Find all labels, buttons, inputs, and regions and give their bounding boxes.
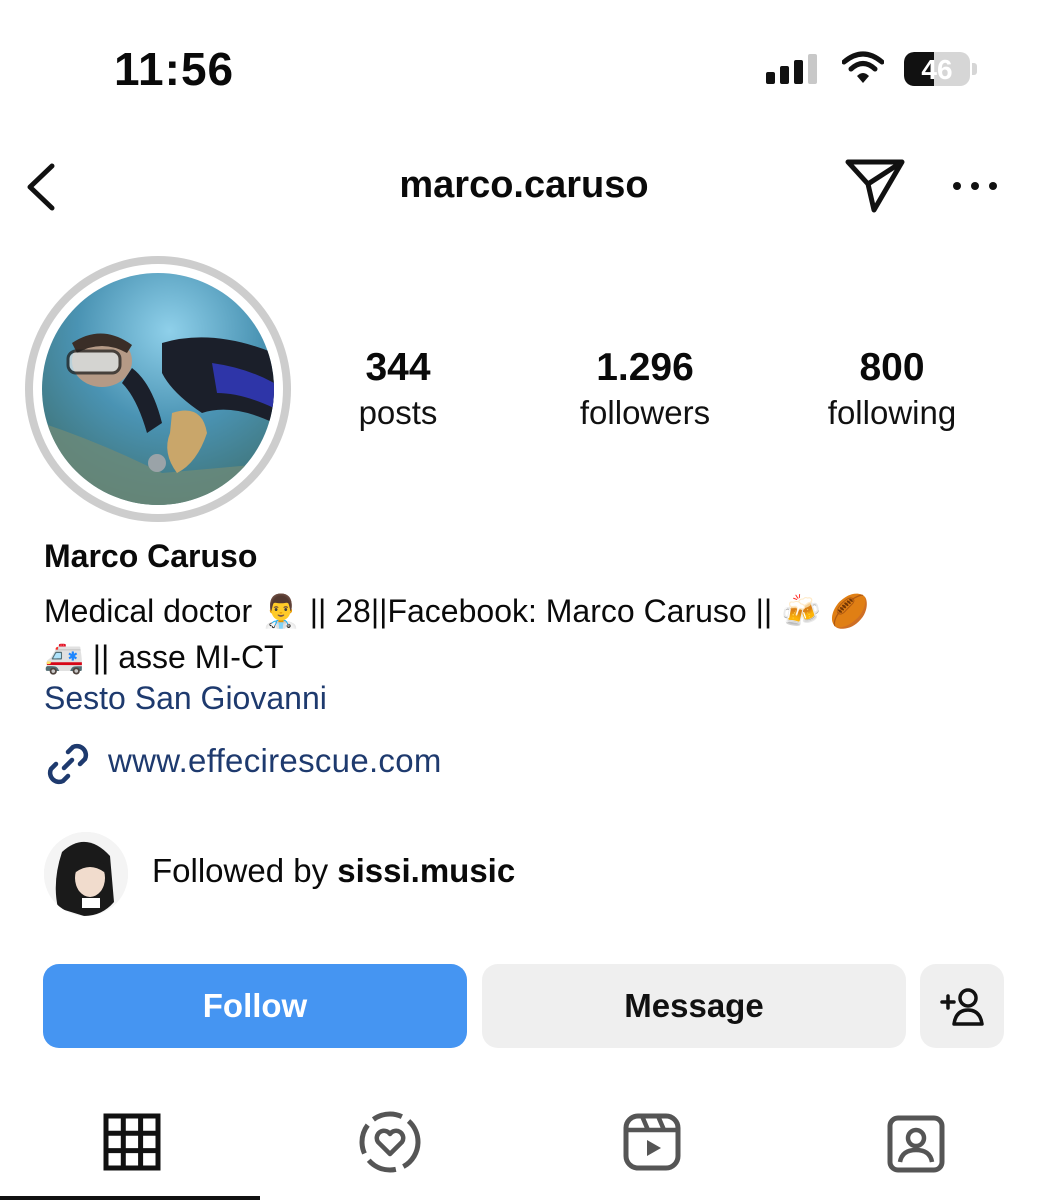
followers-count: 1.296 — [596, 346, 694, 389]
following-count: 800 — [859, 346, 925, 389]
profile-bio: Medical doctor 👨‍⚕️ || 28||Facebook: Mar… — [44, 588, 1004, 680]
bio-line-2: 🚑 || asse MI-CT — [44, 634, 1004, 680]
wifi-icon — [842, 51, 884, 83]
suggested-users-button[interactable] — [920, 964, 1004, 1048]
status-time: 11:56 — [114, 43, 235, 95]
send-direct-icon[interactable] — [844, 156, 906, 214]
tagged-person-icon[interactable] — [884, 1110, 948, 1174]
bio-line-1: Medical doctor 👨‍⚕️ || 28||Facebook: Mar… — [44, 588, 1004, 634]
bio-text-details: || 28||Facebook: Marco Caruso || — [309, 593, 773, 629]
ambulance-emoji: 🚑 — [44, 639, 84, 675]
profile-display-name: Marco Caruso — [44, 538, 258, 574]
cellular-signal-icon — [766, 54, 817, 84]
followed-by-text[interactable]: Followed by sissi.music — [152, 852, 515, 890]
battery-icon: 46 — [904, 52, 970, 86]
stat-followers[interactable]: 1.296 followers — [550, 346, 740, 436]
doctor-emoji: 👨‍⚕️ — [260, 593, 301, 629]
active-tab-indicator — [0, 1196, 260, 1200]
stat-posts[interactable]: 344 posts — [318, 346, 478, 436]
stat-following[interactable]: 800 following — [800, 346, 984, 436]
followed-by-username: sissi.music — [337, 852, 516, 889]
followers-label: followers — [579, 394, 711, 431]
battery-percent: 46 — [921, 54, 953, 85]
grid-icon[interactable] — [100, 1110, 164, 1174]
more-options-icon[interactable] — [952, 178, 998, 194]
posts-count: 344 — [365, 346, 431, 389]
mutual-follower-photo — [44, 832, 128, 916]
mutual-follower-avatar[interactable] — [44, 832, 128, 916]
following-label: following — [827, 394, 957, 431]
posts-label: posts — [358, 394, 438, 431]
scuba-diver-photo — [42, 273, 274, 505]
heart-circle-icon[interactable] — [358, 1110, 422, 1174]
message-button[interactable]: Message — [482, 964, 906, 1048]
reels-icon[interactable] — [620, 1110, 684, 1174]
bio-text-route: || asse MI-CT — [92, 639, 284, 675]
battery-tip — [972, 63, 977, 75]
bio-text-occupation: Medical doctor — [44, 593, 253, 629]
rugby-ball-emoji: 🏉 — [829, 593, 870, 629]
follow-button[interactable]: Follow — [43, 964, 467, 1048]
add-person-icon — [940, 988, 984, 1026]
profile-avatar[interactable] — [42, 273, 274, 505]
followed-by-prefix: Followed by — [152, 852, 329, 889]
profile-website-link[interactable]: www.effecirescue.com — [108, 742, 442, 780]
beers-emoji: 🍻 — [781, 593, 821, 629]
profile-location[interactable]: Sesto San Giovanni — [44, 680, 327, 717]
link-chain-icon — [47, 743, 89, 785]
